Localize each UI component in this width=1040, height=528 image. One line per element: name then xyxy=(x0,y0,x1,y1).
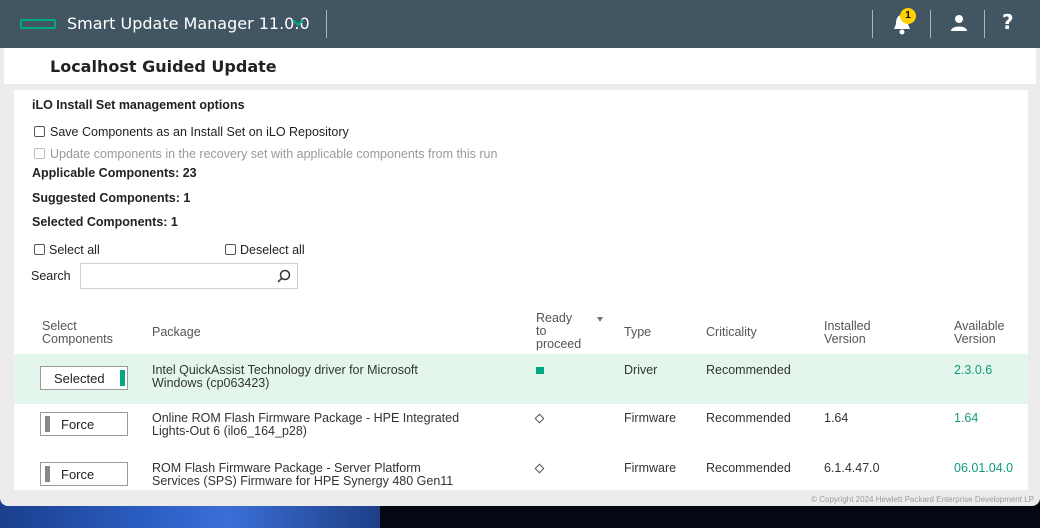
suggested-components-count: Suggested Components: 1 xyxy=(32,191,191,205)
divider xyxy=(872,10,873,38)
page-title-bar: Localhost Guided Update xyxy=(4,48,1036,84)
content-panel: iLO Install Set management options Save … xyxy=(14,90,1028,490)
component-type: Firmware xyxy=(624,411,677,425)
ready-status-icon xyxy=(536,367,544,374)
divider xyxy=(930,10,931,38)
search-label: Search xyxy=(31,269,71,283)
selected-components-count: Selected Components: 1 xyxy=(32,215,178,229)
select-all-label: Select all xyxy=(49,243,100,257)
divider xyxy=(326,10,327,38)
hpe-logo-icon xyxy=(20,19,56,29)
package-name[interactable]: Intel QuickAssist Technology driver for … xyxy=(152,364,418,390)
update-recovery-set-label: Update components in the recovery set wi… xyxy=(50,147,498,161)
search-icon[interactable] xyxy=(276,268,292,284)
deselect-all-label: Deselect all xyxy=(240,243,305,257)
package-name[interactable]: ROM Flash Firmware Package - Server Plat… xyxy=(152,462,453,488)
column-header-ready[interactable]: Ready to proceed xyxy=(536,312,581,351)
save-install-set-checkbox[interactable] xyxy=(34,126,45,137)
update-recovery-set-checkbox xyxy=(34,148,45,159)
divider xyxy=(984,10,985,38)
criticality: Recommended xyxy=(706,461,791,475)
top-bar: Smart Update Manager 11.0.0 1 ? xyxy=(0,0,1040,48)
table-row[interactable]: Selected Intel QuickAssist Technology dr… xyxy=(14,354,1028,404)
app-window: Smart Update Manager 11.0.0 1 ? Localhos… xyxy=(0,0,1040,506)
table-row[interactable]: Force Online ROM Flash Firmware Package … xyxy=(14,404,1028,454)
component-type: Driver xyxy=(624,363,658,377)
not-ready-status-icon xyxy=(534,413,545,424)
sort-down-icon[interactable] xyxy=(596,315,604,323)
user-icon[interactable] xyxy=(950,14,968,32)
table-row[interactable]: Force ROM Flash Firmware Package - Serve… xyxy=(14,454,1028,490)
applicable-components-count: Applicable Components: 23 xyxy=(32,166,197,180)
deselect-all-checkbox[interactable] xyxy=(225,244,236,255)
column-header-package[interactable]: Package xyxy=(152,326,201,339)
page-title: Localhost Guided Update xyxy=(50,57,277,76)
available-version: 06.01.04.0 xyxy=(954,461,1014,475)
install-set-heading: iLO Install Set management options xyxy=(32,98,245,112)
notification-badge[interactable]: 1 xyxy=(900,8,916,24)
app-title[interactable]: Smart Update Manager 11.0.0 xyxy=(67,14,310,33)
available-version: 1.64 xyxy=(954,411,979,425)
criticality: Recommended xyxy=(706,363,791,377)
help-icon[interactable]: ? xyxy=(1002,10,1014,34)
copyright-notice: © Copyright 2024 Hewlett Packard Enterpr… xyxy=(811,495,1034,504)
column-header-type[interactable]: Type xyxy=(624,326,651,339)
not-ready-status-icon xyxy=(534,463,545,474)
available-version: 2.3.0.6 xyxy=(954,363,993,377)
installed-version: 1.64 xyxy=(824,411,849,425)
search-input[interactable] xyxy=(80,263,298,289)
component-type: Firmware xyxy=(624,461,677,475)
criticality: Recommended xyxy=(706,411,791,425)
force-button[interactable]: Force xyxy=(40,412,128,436)
column-header-select: Select Components xyxy=(42,319,113,346)
chevron-down-icon[interactable] xyxy=(290,14,306,30)
installed-version: 6.1.4.47.0 xyxy=(824,461,880,475)
column-header-installed-version[interactable]: Installed Version xyxy=(824,320,871,346)
column-header-available-version[interactable]: Available Version xyxy=(954,320,1005,346)
save-install-set-label: Save Components as an Install Set on iLO… xyxy=(50,125,349,139)
column-header-criticality[interactable]: Criticality xyxy=(706,326,757,339)
package-name[interactable]: Online ROM Flash Firmware Package - HPE … xyxy=(152,412,459,438)
select-all-checkbox[interactable] xyxy=(34,244,45,255)
selected-button[interactable]: Selected xyxy=(40,366,128,390)
force-button[interactable]: Force xyxy=(40,462,128,486)
